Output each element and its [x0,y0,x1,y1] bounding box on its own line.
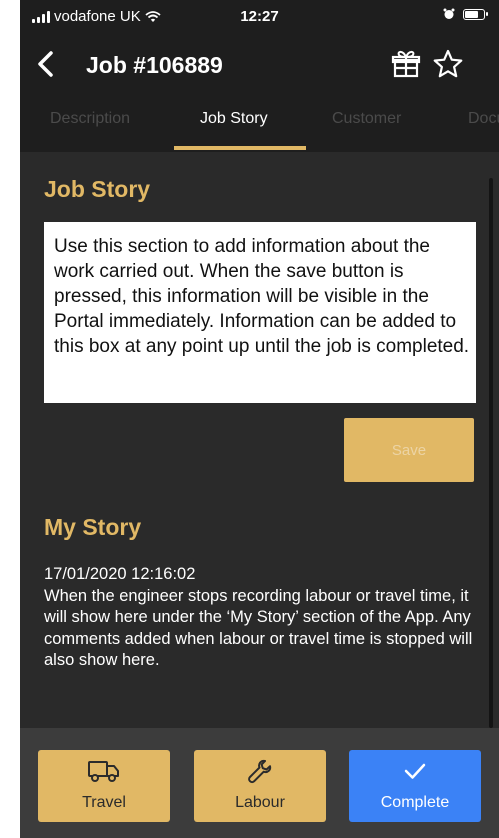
status-right [443,8,488,20]
tab-customer[interactable]: Customer [332,110,401,128]
status-time: 12:27 [240,8,279,25]
back-chevron-icon[interactable] [32,48,60,80]
gift-icon[interactable] [390,48,422,80]
complete-button[interactable]: Complete [349,750,481,822]
travel-label: Travel [82,794,126,811]
job-story-textarea[interactable]: Use this section to add information abou… [44,222,476,403]
star-icon[interactable] [432,48,464,80]
content-area: Job Story Use this section to add inform… [20,152,499,728]
labour-label: Labour [235,794,285,811]
story-entry-timestamp: 17/01/2020 12:16:02 [44,565,196,583]
tab-documents[interactable]: Documents [468,110,499,128]
page-title: Job #106889 [86,52,223,78]
truck-icon [88,761,119,782]
tab-description[interactable]: Description [50,110,130,128]
job-story-heading: Job Story [44,176,151,202]
checkmark-icon [404,763,426,779]
my-story-heading: My Story [44,514,142,540]
labour-button[interactable]: Labour [194,750,326,822]
scrollbar[interactable] [489,178,493,728]
tab-job-story[interactable]: Job Story [200,110,268,128]
save-button[interactable]: Save [344,418,474,482]
tab-bar: Description Job Story Customer Documents [20,98,499,152]
story-entry: 17/01/2020 12:16:02 When the engineer st… [44,564,474,672]
complete-label: Complete [380,794,450,811]
travel-button[interactable]: Travel [38,750,170,822]
action-bar: Travel Labour Complete [20,728,499,838]
status-bar: vodafone UK 12:27 [20,0,499,34]
app-header: Job #106889 [20,34,499,98]
story-entry-text: When the engineer stops recording labour… [44,586,473,670]
alarm-icon [443,8,455,19]
phone-screen: vodafone UK 12:27 Job #106889 Descriptio… [20,0,499,838]
active-tab-indicator [174,146,306,150]
battery-icon [463,8,488,20]
wrench-icon [248,759,272,784]
